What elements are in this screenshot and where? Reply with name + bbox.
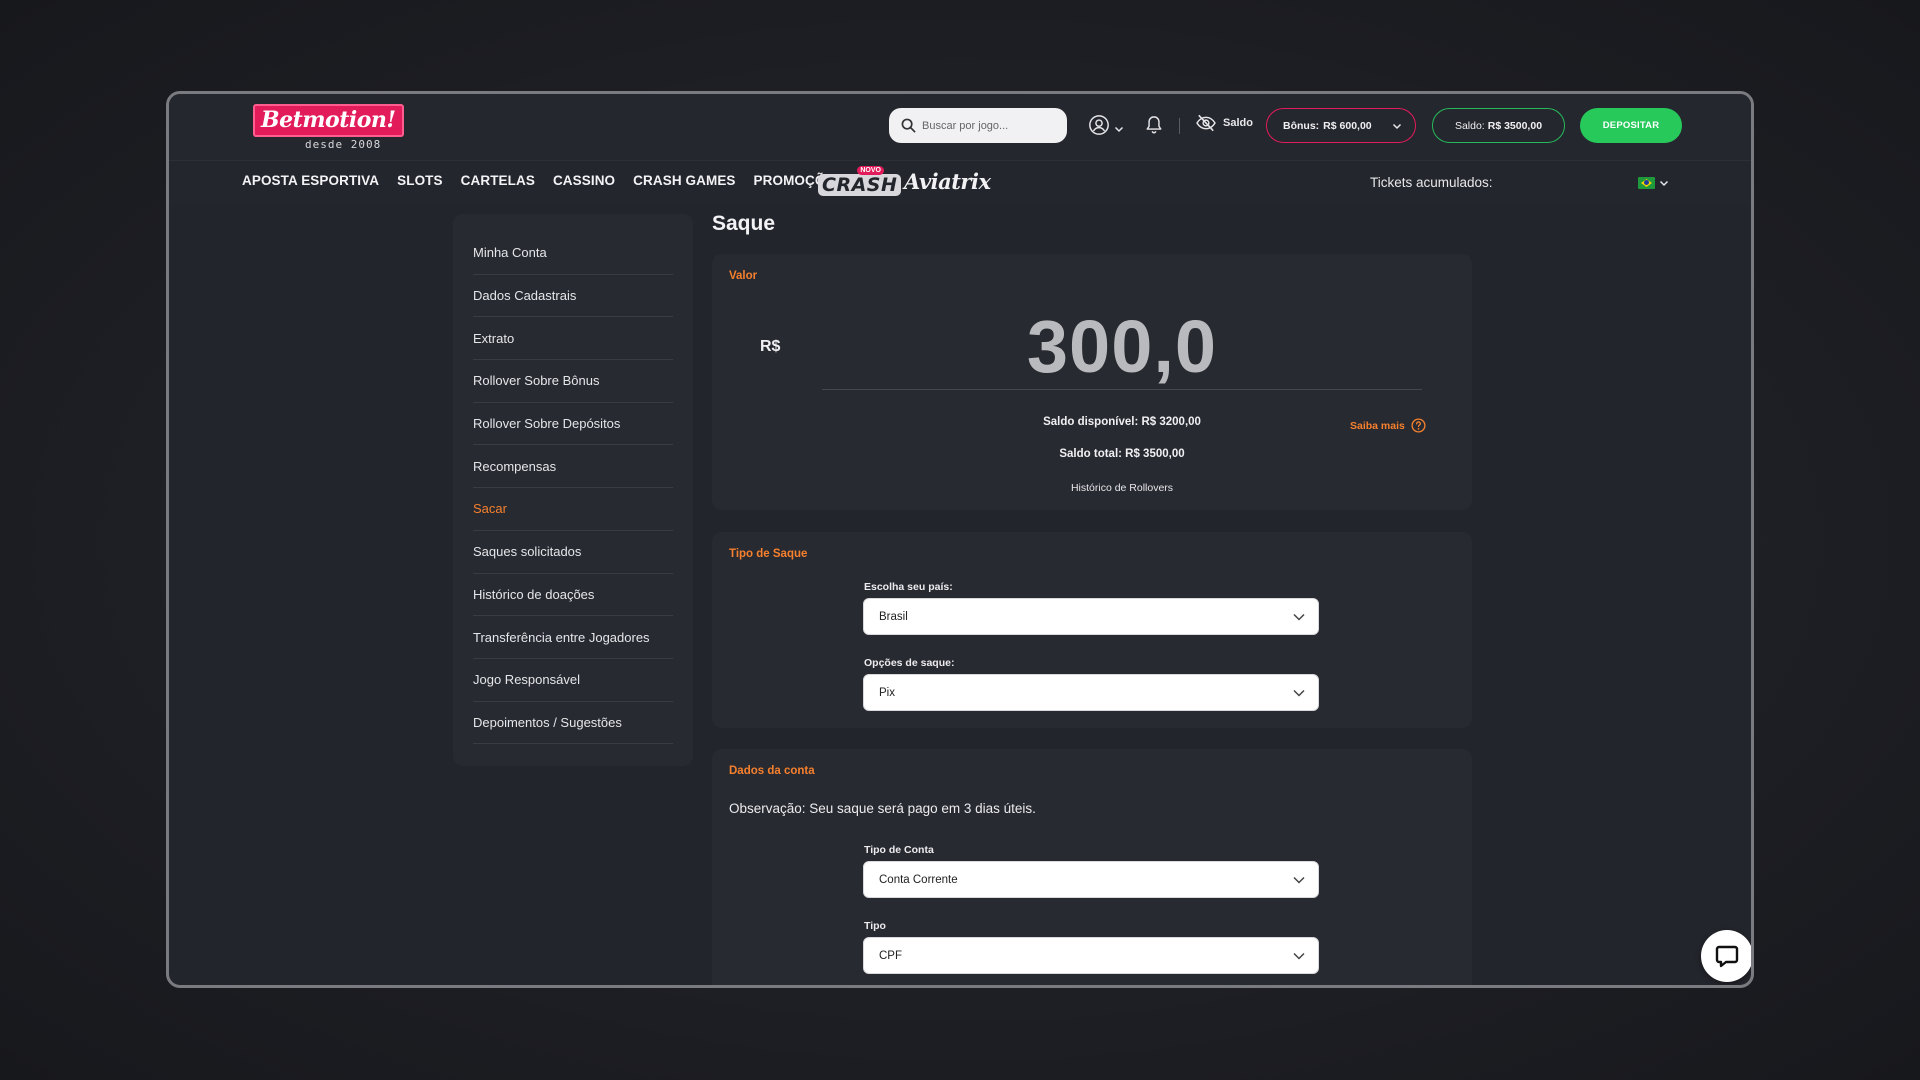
saldo-value: R$ 3500,00	[1487, 119, 1543, 132]
opcoes-label: Opções de saque:	[864, 657, 955, 669]
chevron-down-icon	[1293, 952, 1305, 960]
betmotion-logo[interactable]: Betmotion! desde 2008	[253, 104, 404, 152]
search-box[interactable]	[889, 108, 1067, 143]
valor-card: Valor R$ 300,0 Saldo disponível: R$ 3200…	[712, 254, 1472, 510]
search-input[interactable]	[922, 119, 1052, 132]
chevron-down-icon	[1293, 876, 1305, 884]
deposit-button[interactable]: DEPOSITAR	[1580, 108, 1682, 143]
tipo-saque-label: Tipo de Saque	[729, 548, 808, 560]
logo-text: Betmotion!	[253, 104, 404, 137]
opcoes-value: Pix	[879, 686, 895, 699]
sidebar-item-depoimentos[interactable]: Depoimentos / Sugestões	[473, 702, 673, 745]
sidebar-item-extrato[interactable]: Extrato	[473, 317, 673, 361]
aviatrix-logo[interactable]: Aviatrix	[904, 169, 991, 194]
saiba-mais-label: Saiba mais	[1350, 419, 1405, 432]
novo-badge: NOVO	[857, 166, 884, 175]
nav-slots[interactable]: SLOTS	[397, 173, 443, 188]
sidebar-item-dados-cadastrais[interactable]: Dados Cadastrais	[473, 275, 673, 318]
brazil-flag-icon	[1638, 177, 1655, 189]
tipo-conta-value: Conta Corrente	[879, 873, 958, 886]
tipo-label: Tipo	[864, 920, 886, 932]
eye-off-icon	[1196, 114, 1216, 132]
sidebar-item-transferencia[interactable]: Transferência entre Jogadores	[473, 616, 673, 659]
search-icon	[901, 118, 916, 133]
chevron-down-icon	[1392, 123, 1401, 129]
main-nav: APOSTA ESPORTIVA SLOTS CARTELAS CASSINO …	[169, 161, 1751, 205]
sidebar-item-rollover-depositos[interactable]: Rollover Sobre Depósitos	[473, 403, 673, 446]
saiba-mais-link[interactable]: Saiba mais	[1350, 418, 1426, 433]
hide-balance-toggle[interactable]: Saldo	[1195, 114, 1253, 132]
bonus-value: R$ 600,00	[1323, 119, 1372, 132]
language-selector[interactable]	[1638, 177, 1669, 189]
sidebar-item-historico-doacoes[interactable]: Histórico de doações	[473, 574, 673, 617]
nav-aposta-esportiva[interactable]: APOSTA ESPORTIVA	[242, 173, 379, 188]
page-title: Saque	[712, 212, 776, 235]
dados-conta-card: Dados da conta Observação: Seu saque ser…	[712, 749, 1472, 985]
header-divider	[1179, 118, 1180, 134]
amount-input[interactable]: 300,0	[822, 304, 1422, 389]
observacao-text: Observação: Seu saque será pago em 3 dia…	[729, 801, 1036, 816]
nav-cassino[interactable]: CASSINO	[553, 173, 615, 188]
amount-underline	[822, 389, 1422, 390]
valor-label: Valor	[729, 270, 758, 282]
sidebar-item-rollover-bonus[interactable]: Rollover Sobre Bônus	[473, 360, 673, 403]
tipo-conta-select[interactable]: Conta Corrente	[863, 861, 1319, 898]
tipo-saque-card: Tipo de Saque Escolha seu país: Brasil O…	[712, 532, 1472, 728]
top-bar: Betmotion! desde 2008 Buscar por jogo...…	[169, 94, 1751, 161]
chevron-down-icon	[1659, 180, 1669, 187]
historico-rollovers-link[interactable]: Histórico de Rollovers	[712, 482, 1532, 494]
crash-game-logo[interactable]: CRASH NOVO	[818, 166, 902, 197]
pais-select[interactable]: Brasil	[863, 598, 1319, 635]
sidebar-item-saques-solicitados[interactable]: Saques solicitados	[473, 531, 673, 574]
sidebar-item-sacar[interactable]: Sacar	[473, 488, 673, 531]
bonus-label: Bônus:	[1283, 119, 1320, 132]
browser-frame: Betmotion! desde 2008 Buscar por jogo...…	[166, 91, 1754, 988]
notifications-button[interactable]	[1145, 115, 1163, 140]
opcoes-select[interactable]: Pix	[863, 674, 1319, 711]
nav-crash-games[interactable]: CRASH GAMES	[633, 173, 735, 188]
chat-button[interactable]	[1701, 930, 1751, 982]
tipo-value: CPF	[879, 949, 902, 962]
saldo-label: Saldo:	[1454, 119, 1485, 132]
currency-symbol: R$	[760, 338, 781, 355]
sidebar-item-minha-conta[interactable]: Minha Conta	[473, 232, 673, 275]
bell-icon	[1146, 116, 1162, 134]
saldo-total: Saldo total: R$ 3500,00	[1059, 448, 1185, 460]
sidebar-item-recompensas[interactable]: Recompensas	[473, 445, 673, 489]
account-sidebar: Minha Conta Dados Cadastrais Extrato Rol…	[453, 214, 693, 766]
chat-icon	[1715, 945, 1739, 968]
saldo-toggle-label: Saldo	[1223, 117, 1253, 129]
tipo-conta-label: Tipo de Conta	[864, 844, 934, 856]
crash-logo-text: CRASH	[818, 174, 902, 196]
chevron-down-icon	[1293, 689, 1305, 697]
nav-items: APOSTA ESPORTIVA SLOTS CARTELAS CASSINO …	[242, 173, 862, 188]
logo-since: desde 2008	[305, 138, 382, 151]
chevron-down-icon	[1114, 126, 1124, 133]
saldo-display[interactable]: Saldo: R$ 3500,00	[1432, 108, 1565, 143]
sidebar-item-jogo-responsavel[interactable]: Jogo Responsável	[473, 659, 673, 702]
nav-cartelas[interactable]: CARTELAS	[461, 173, 535, 188]
bonus-dropdown[interactable]: Bônus: R$ 600,00	[1266, 108, 1416, 143]
user-menu[interactable]	[1088, 114, 1124, 136]
chevron-down-icon	[1293, 613, 1305, 621]
dados-conta-label: Dados da conta	[729, 765, 815, 777]
tipo-select[interactable]: CPF	[863, 937, 1319, 974]
pais-label: Escolha seu país:	[864, 581, 953, 593]
tickets-label: Tickets acumulados:	[1370, 175, 1493, 190]
help-icon	[1411, 418, 1426, 433]
user-icon	[1089, 115, 1109, 135]
pais-value: Brasil	[879, 610, 908, 623]
